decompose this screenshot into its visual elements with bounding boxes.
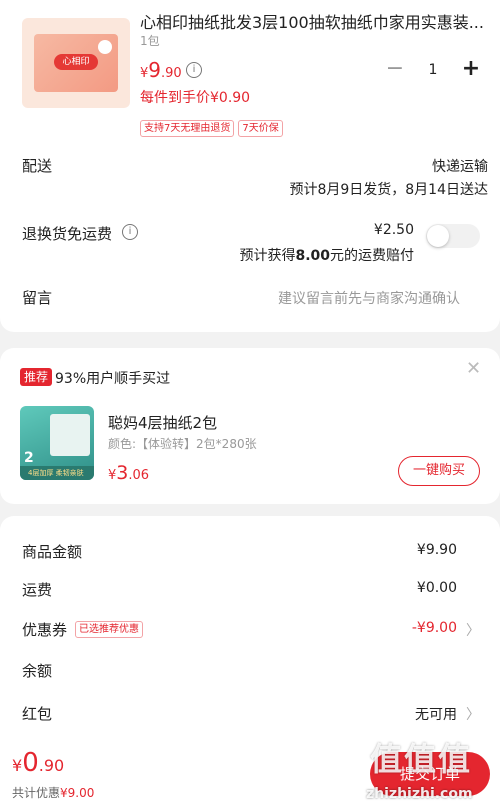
price-integer: 9 xyxy=(148,58,162,82)
rec-price-decimal: .06 xyxy=(128,468,150,483)
delivery-estimate: 预计8月9日发货，8月14日送达 xyxy=(289,182,488,198)
quantity-stepper: − 1 + xyxy=(384,58,484,82)
product-thumbnail[interactable]: 心相印 xyxy=(22,18,130,108)
service-tags: 支持7天无理由退货 7天价保 xyxy=(140,116,287,137)
recommend-thumbnail[interactable]: 2 4层加厚 柔韧亲肤 xyxy=(20,406,94,480)
product-spec: 1包 xyxy=(140,34,160,48)
price-info-icon[interactable]: i xyxy=(186,62,202,78)
insurance-toggle[interactable] xyxy=(426,224,480,248)
tag-return: 支持7天无理由退货 xyxy=(140,120,235,137)
return-insurance-label: 退换货免运费 xyxy=(22,225,113,243)
flower-icon xyxy=(98,40,112,54)
one-click-buy-button[interactable]: 一键购买 xyxy=(398,456,480,486)
balance-label: 余额 xyxy=(22,662,53,680)
increase-button[interactable]: + xyxy=(460,58,482,82)
goods-amount-value: ¥9.90 xyxy=(416,542,457,558)
shipping-label: 运费 xyxy=(22,581,53,599)
product-title[interactable]: 心相印抽纸批发3层100抽软抽纸巾家用实惠装... xyxy=(140,9,485,33)
tissue-box-image: 心相印 xyxy=(34,34,118,92)
recommendation-card: 推荐 93%用户顺手买过 ✕ 2 4层加厚 柔韧亲肤 聪妈4层抽纸2包 颜色:【… xyxy=(0,348,500,504)
toggle-knob xyxy=(427,225,449,247)
delivery-method[interactable]: 快递运输 xyxy=(432,156,488,176)
message-label: 留言 xyxy=(22,289,53,307)
pack-count: 2 xyxy=(24,450,34,466)
quantity-value[interactable]: 1 xyxy=(420,60,446,80)
coupon-tag: 已选推荐优惠 xyxy=(75,621,143,638)
tissue-pack-image xyxy=(50,414,90,456)
brand-logo: 心相印 xyxy=(54,54,98,70)
recommend-name[interactable]: 聪妈4层抽纸2包 xyxy=(108,412,217,433)
shipping-value: ¥0.00 xyxy=(416,580,457,596)
chevron-right-icon[interactable]: 〉 xyxy=(466,620,480,640)
product-price: ¥9.90 xyxy=(140,58,182,82)
order-card: 心相印 心相印抽纸批发3层100抽软抽纸巾家用实惠装... 1包 ¥9.90 i… xyxy=(0,0,500,332)
total-price: ¥0.90 xyxy=(12,748,64,778)
rec-price-integer: 3 xyxy=(116,462,129,484)
tag-price-protect: 7天价保 xyxy=(238,120,283,137)
coupon-label: 优惠券 xyxy=(22,621,68,639)
chevron-right-icon[interactable]: 〉 xyxy=(466,704,480,724)
total-discount: 共计优惠¥9.00 xyxy=(12,784,94,801)
recommend-spec: 颜色:【体验转】2包*280张 xyxy=(108,437,257,451)
thumb-strip: 4层加厚 柔韧亲肤 xyxy=(20,466,94,480)
discount-prefix: 共计优惠 xyxy=(12,786,61,800)
total-currency: ¥ xyxy=(12,756,23,775)
delivery-label: 配送 xyxy=(22,157,53,175)
goods-amount-label: 商品金额 xyxy=(22,543,83,561)
watermark-logo: 值值值 xyxy=(370,740,473,778)
recommend-badge: 推荐 xyxy=(20,368,53,386)
insurance-info-icon[interactable]: i xyxy=(122,224,138,240)
insurance-desc-suffix: 元的运费赔付 xyxy=(330,248,414,264)
close-icon[interactable]: ✕ xyxy=(466,358,481,379)
coupon-value[interactable]: -¥9.00 xyxy=(412,620,457,636)
decrease-button[interactable]: − xyxy=(384,58,406,82)
recommend-price: ¥3.06 xyxy=(108,462,149,484)
redpacket-value[interactable]: 无可用 xyxy=(415,704,457,724)
discount-value: ¥9.00 xyxy=(60,786,95,800)
recommend-title: 93%用户顺手买过 xyxy=(55,371,171,387)
total-integer: 0 xyxy=(22,748,39,778)
price-decimal: .90 xyxy=(161,66,182,81)
insurance-price: ¥2.50 xyxy=(373,222,414,238)
unit-price: 每件到手价¥0.90 xyxy=(140,90,251,106)
insurance-desc: 预计获得8.00元的运费赔付 xyxy=(239,245,414,265)
total-decimal: .90 xyxy=(38,756,65,775)
watermark-url: zhizhizhi.com xyxy=(366,786,473,802)
insurance-desc-amount: 8.00 xyxy=(295,248,330,264)
insurance-desc-prefix: 预计获得 xyxy=(239,248,296,264)
redpacket-label: 红包 xyxy=(22,705,53,723)
message-input[interactable]: 建议留言前先与商家沟通确认 xyxy=(278,288,460,308)
